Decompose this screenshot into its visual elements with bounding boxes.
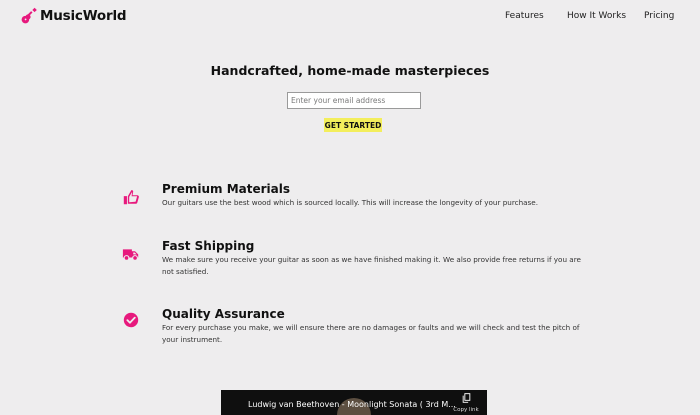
feature-description: Our guitars use the best wood which is s… <box>162 198 538 207</box>
copy-link-button[interactable]: Copy link <box>449 393 483 413</box>
nav-features[interactable]: Features <box>505 11 544 21</box>
nav-pricing[interactable]: Pricing <box>644 11 674 21</box>
truck-icon <box>122 249 139 261</box>
nav-how-it-works[interactable]: How It Works <box>567 11 626 21</box>
get-started-button[interactable]: GET STARTED <box>324 118 382 132</box>
guitar-icon <box>21 7 37 24</box>
feature-title: Premium Materials <box>162 182 290 196</box>
feature-description: We make sure you receive your guitar as … <box>162 255 581 276</box>
embedded-video[interactable]: Ludwig van Beethoven - Moonlight Sonata … <box>221 390 487 415</box>
brand-logo[interactable]: MusicWorld <box>20 7 127 25</box>
copy-icon <box>462 393 470 403</box>
copy-link-label: Copy link <box>453 407 479 413</box>
hero-title: Handcrafted, home-made masterpieces <box>210 63 490 78</box>
header: MusicWorld Features How It Works Pricing <box>0 0 700 32</box>
check-circle-icon <box>123 312 139 328</box>
feature-title: Quality Assurance <box>162 307 285 321</box>
feature-description: For every purchase you make, we will ens… <box>162 323 580 344</box>
brand-name: MusicWorld <box>40 8 127 24</box>
thumbs-up-icon <box>123 190 139 205</box>
video-title[interactable]: Ludwig van Beethoven - Moonlight Sonata … <box>248 400 456 409</box>
email-input[interactable] <box>287 92 421 109</box>
feature-title: Fast Shipping <box>162 239 255 253</box>
